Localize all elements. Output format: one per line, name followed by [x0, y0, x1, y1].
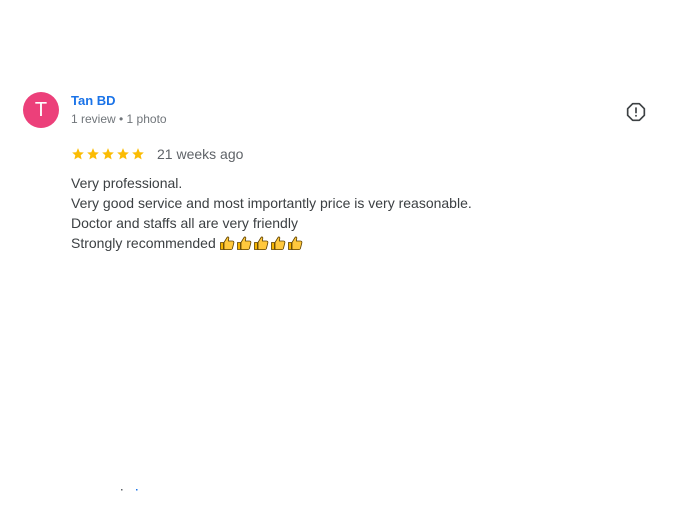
author-initial: T: [34, 99, 48, 121]
review-card: T Tan BD 1 review • 1 photo 21 weeks ago…: [0, 0, 681, 509]
review-text-line: Very good service and most importantly p…: [71, 195, 472, 211]
author-name-link[interactable]: Tan BD: [71, 93, 116, 108]
report-review-button[interactable]: [624, 100, 648, 124]
thumbs-up-emoji-row: [219, 235, 303, 251]
report-flag-icon: [626, 102, 646, 122]
star-icon: [132, 148, 144, 160]
review-time: 21 weeks ago: [157, 146, 244, 162]
review-text-line: Strongly recommended: [71, 235, 216, 251]
rating-row: 21 weeks ago: [71, 144, 243, 164]
thumbs-up-icon: [253, 236, 269, 250]
star-icon: [102, 148, 114, 160]
star-icon: [72, 148, 84, 160]
thumbs-up-icon: [219, 236, 235, 250]
thumbs-up-icon: [287, 236, 303, 250]
review-text-line: Very professional.: [71, 175, 183, 191]
thumbs-up-icon: [236, 236, 252, 250]
review-text-line: Doctor and staffs all are very friendly: [71, 215, 298, 231]
clipped-content-edge: [121, 489, 138, 491]
star-icon: [87, 148, 99, 160]
star-icon: [117, 148, 129, 160]
thumbs-up-icon: [270, 236, 286, 250]
author-avatar[interactable]: T: [23, 92, 59, 128]
review-text: Very professional. Very good service and…: [71, 173, 472, 253]
star-rating: [71, 147, 145, 161]
review-text-last-line: Strongly recommended: [71, 233, 472, 253]
author-meta: 1 review • 1 photo: [71, 112, 167, 126]
